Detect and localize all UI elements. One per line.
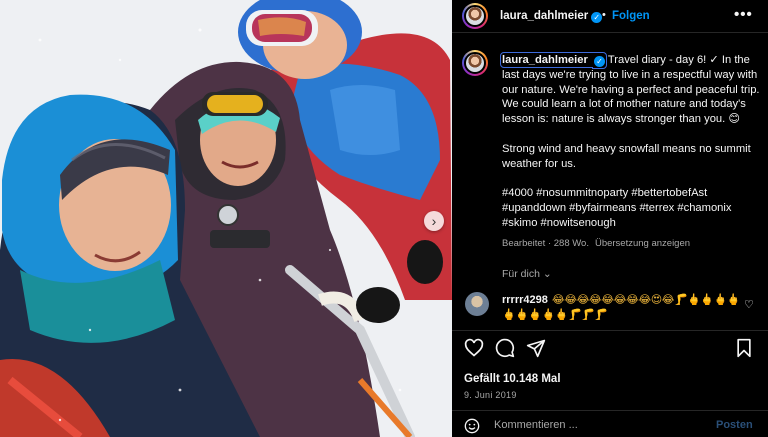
post-caption: laura_dahlmeier ✓ Travel diary - day 6! … bbox=[500, 52, 764, 231]
caption-username[interactable]: laura_dahlmeier ✓ bbox=[500, 52, 607, 68]
separator-dot: • bbox=[602, 9, 606, 21]
carousel-next-button[interactable]: › bbox=[424, 211, 444, 231]
header-username[interactable]: laura_dahlmeier ✓ bbox=[500, 10, 603, 23]
comment-like-heart-icon[interactable]: ♡ bbox=[744, 298, 754, 311]
caption-meta: Bearbeitet · 288 Wo. Übersetzung anzeigen bbox=[502, 238, 690, 249]
comment-box: Posten bbox=[452, 410, 768, 437]
actions-divider bbox=[452, 330, 768, 331]
translate-link[interactable]: Übersetzung anzeigen bbox=[595, 238, 690, 249]
paper-plane-icon[interactable] bbox=[526, 338, 546, 363]
comment-avatar[interactable] bbox=[465, 292, 489, 316]
comment-input[interactable] bbox=[494, 417, 704, 433]
more-options-icon[interactable]: ••• bbox=[734, 6, 753, 23]
comment-username[interactable]: rrrrr4298 bbox=[502, 294, 548, 306]
comment-item: rrrrr4298 😂😂😂😂😂😂😂😂😍😂🦵🖕🖕🖕🖕 🖕🖕🖕🖕🖕🦵🦵🦵 bbox=[502, 293, 742, 323]
post-date: 9. Juni 2019 bbox=[464, 390, 517, 400]
post-panel: laura_dahlmeier ✓ • Folgen ••• laura_dahl… bbox=[452, 0, 768, 437]
caption-avatar[interactable] bbox=[462, 50, 488, 76]
post-photo[interactable]: › bbox=[0, 0, 452, 437]
verified-badge-icon: ✓ bbox=[591, 12, 603, 23]
username-text[interactable]: laura_dahlmeier bbox=[500, 10, 588, 22]
edited-timestamp: Bearbeitet · 288 Wo. bbox=[502, 238, 589, 249]
like-count[interactable]: Gefällt 10.148 Mal bbox=[464, 373, 561, 385]
caption-paragraph: Strong wind and heavy snowfall means no … bbox=[502, 142, 751, 170]
smiley-icon[interactable] bbox=[464, 418, 480, 437]
follow-button[interactable]: Folgen bbox=[612, 10, 650, 22]
comment-bubble-icon[interactable] bbox=[495, 338, 515, 363]
heart-icon[interactable] bbox=[464, 338, 484, 363]
post-comment-button[interactable]: Posten bbox=[716, 419, 753, 431]
post-header: laura_dahlmeier ✓ • Folgen ••• bbox=[452, 0, 768, 33]
verified-badge-icon: ✓ bbox=[593, 56, 605, 67]
chevron-right-icon: › bbox=[431, 213, 437, 229]
bookmark-icon[interactable] bbox=[735, 338, 753, 363]
mountaineers-selfie-image bbox=[0, 0, 452, 437]
for-you-filter[interactable]: Für dich ⌄ bbox=[502, 268, 552, 280]
avatar[interactable] bbox=[462, 3, 488, 29]
caption-hashtags[interactable]: #4000 #nosummitnoparty #bettertobefAst #… bbox=[502, 186, 764, 230]
